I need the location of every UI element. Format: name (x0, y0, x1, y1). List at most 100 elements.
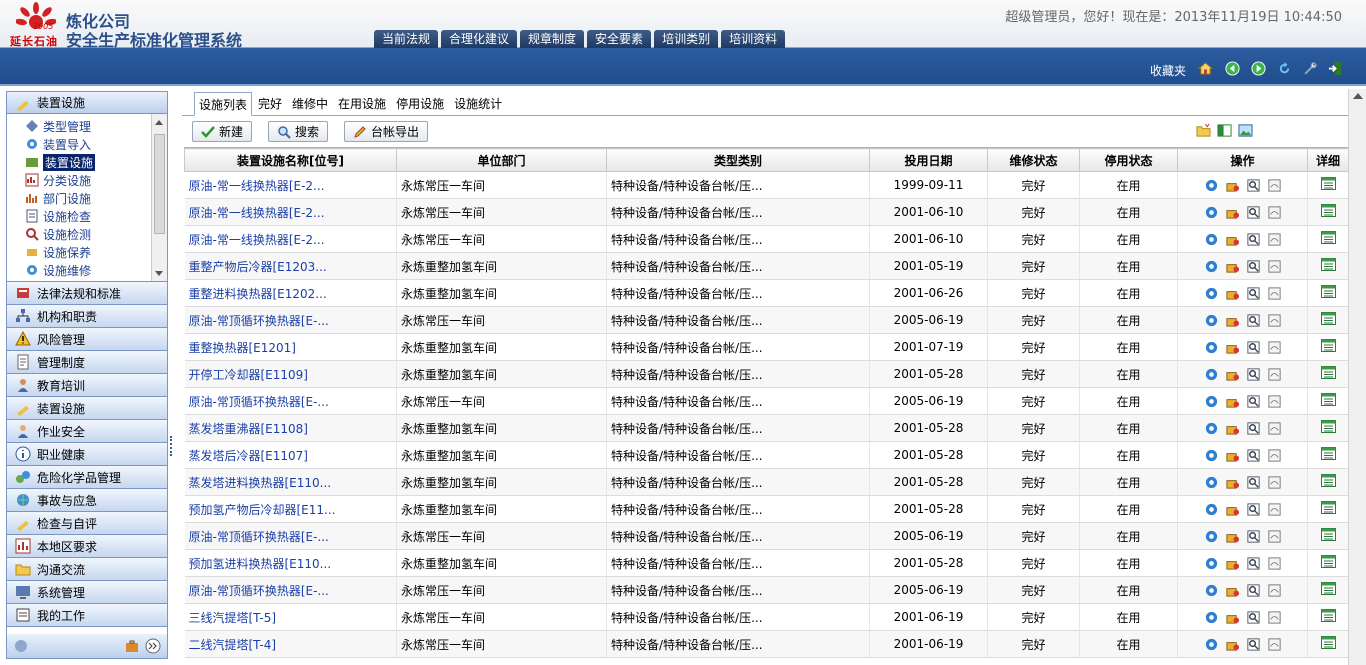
table-row[interactable]: 原油-常顶循环换热器[E-... 永炼常压一车间 特种设备/特种设备台帐/压..… (184, 522, 1348, 550)
repair-gear-icon[interactable] (1204, 421, 1219, 436)
sidebar-item-device-check[interactable]: 设施检查 (7, 207, 152, 225)
inspect-icon[interactable] (1246, 556, 1261, 571)
device-name-link[interactable]: 预加氢进料换热器[E110... (184, 549, 397, 577)
sidebar-menu-training[interactable]: 教育培训 (7, 374, 167, 397)
detect-icon[interactable] (1267, 448, 1282, 463)
device-name-link[interactable]: 开停工冷却器[E1109] (184, 360, 397, 388)
sidebar-item-device-repair[interactable]: 设施维修 (7, 261, 152, 279)
device-name-link[interactable]: 蒸发塔重沸器[E1108] (184, 414, 397, 442)
detail-list-icon[interactable] (1320, 312, 1336, 325)
sidebar-menu-inspection-self-eval[interactable]: 检查与自评 (7, 512, 167, 535)
detect-icon[interactable] (1267, 259, 1282, 274)
col-header-type[interactable]: 类型类别 (606, 148, 870, 172)
table-row[interactable]: 预加氢进料换热器[E110... 永炼重整加氢车间 特种设备/特种设备台帐/压.… (184, 549, 1348, 577)
device-name-link[interactable]: 重整换热器[E1201] (184, 333, 397, 361)
repair-gear-icon[interactable] (1204, 637, 1219, 652)
repair-gear-icon[interactable] (1204, 313, 1219, 328)
table-row[interactable]: 重整进料换热器[E1202... 永炼重整加氢车间 特种设备/特种设备台帐/压.… (184, 279, 1348, 307)
detail-list-icon[interactable] (1320, 204, 1336, 217)
col-header-date[interactable]: 投用日期 (869, 148, 988, 172)
inspect-icon[interactable] (1246, 232, 1261, 247)
device-name-link[interactable]: 蒸发塔进料换热器[E110... (184, 468, 397, 496)
nav-tab-training-materials[interactable]: 培训资料 (721, 30, 786, 48)
sidebar-scrollbar[interactable] (151, 114, 167, 281)
table-row[interactable]: 开停工冷却器[E1109] 永炼重整加氢车间 特种设备/特种设备台帐/压... … (184, 360, 1348, 388)
repair-gear-icon[interactable] (1204, 475, 1219, 490)
scroll-thumb[interactable] (154, 134, 165, 234)
detail-list-icon[interactable] (1320, 231, 1336, 244)
detect-icon[interactable] (1267, 610, 1282, 625)
search-button[interactable]: 搜索 (268, 121, 329, 142)
col-header-repair-status[interactable]: 维修状态 (987, 148, 1080, 172)
device-name-link[interactable]: 重整产物后冷器[E1203... (184, 252, 397, 280)
detail-list-icon[interactable] (1320, 285, 1336, 298)
sidebar-menu-risk[interactable]: 风险管理 (7, 328, 167, 351)
maintenance-box-icon[interactable] (1225, 394, 1240, 409)
maintenance-box-icon[interactable] (1225, 421, 1240, 436)
device-name-link[interactable]: 原油-常一线换热器[E-2... (184, 171, 397, 199)
table-row[interactable]: 重整换热器[E1201] 永炼重整加氢车间 特种设备/特种设备台帐/压... 2… (184, 333, 1348, 361)
home-icon[interactable] (1198, 61, 1213, 76)
inspect-icon[interactable] (1246, 259, 1261, 274)
image-view-icon[interactable] (1238, 123, 1253, 138)
scroll-down-arrow-icon[interactable] (155, 271, 163, 276)
sidebar-menu-hazardous-chemicals[interactable]: 危险化学品管理 (7, 466, 167, 489)
detail-list-icon[interactable] (1320, 366, 1336, 379)
tab-good[interactable]: 完好 (254, 92, 286, 116)
col-header-name[interactable]: 装置设施名称[位号] (184, 148, 397, 172)
inspect-icon[interactable] (1246, 286, 1261, 301)
col-header-department[interactable]: 单位部门 (396, 148, 607, 172)
sidebar-item-devices[interactable]: 装置设施 (7, 153, 152, 171)
detect-icon[interactable] (1267, 286, 1282, 301)
sidebar-item-device-maintenance[interactable]: 设施保养 (7, 243, 152, 261)
table-row[interactable]: 蒸发塔进料换热器[E110... 永炼重整加氢车间 特种设备/特种设备台帐/压.… (184, 468, 1348, 496)
detect-icon[interactable] (1267, 421, 1282, 436)
detail-list-icon[interactable] (1320, 609, 1336, 622)
logout-icon[interactable] (1328, 61, 1343, 76)
maintenance-box-icon[interactable] (1225, 502, 1240, 517)
open-folder-icon[interactable] (1196, 123, 1211, 138)
table-row[interactable]: 预加氢产物后冷却器[E11... 永炼重整加氢车间 特种设备/特种设备台帐/压.… (184, 495, 1348, 523)
maintenance-box-icon[interactable] (1225, 340, 1240, 355)
nav-tab-current-regulations[interactable]: 当前法规 (374, 30, 439, 48)
excel-export-icon[interactable] (1217, 123, 1232, 138)
tab-statistics[interactable]: 设施统计 (450, 92, 506, 116)
inspect-icon[interactable] (1246, 448, 1261, 463)
repair-gear-icon[interactable] (1204, 583, 1219, 598)
table-row[interactable]: 原油-常一线换热器[E-2... 永炼常压一车间 特种设备/特种设备台帐/压..… (184, 198, 1348, 226)
inspect-icon[interactable] (1246, 178, 1261, 193)
sidebar-menu-occupational-health[interactable]: 职业健康 (7, 443, 167, 466)
detail-list-icon[interactable] (1320, 447, 1336, 460)
sidebar-item-category-devices[interactable]: 分类设施 (7, 171, 152, 189)
detect-icon[interactable] (1267, 502, 1282, 517)
expand-chevron-icon[interactable] (145, 638, 161, 654)
inspect-icon[interactable] (1246, 502, 1261, 517)
repair-gear-icon[interactable] (1204, 259, 1219, 274)
scroll-up-arrow-icon[interactable] (1353, 93, 1363, 99)
nav-tab-training-categories[interactable]: 培训类别 (654, 30, 719, 48)
table-row[interactable]: 原油-常顶循环换热器[E-... 永炼常压一车间 特种设备/特种设备台帐/压..… (184, 387, 1348, 415)
repair-gear-icon[interactable] (1204, 232, 1219, 247)
detect-icon[interactable] (1267, 394, 1282, 409)
sidebar-item-department-devices[interactable]: 部门设施 (7, 189, 152, 207)
device-name-link[interactable]: 预加氢产物后冷却器[E11... (184, 495, 397, 523)
inspect-icon[interactable] (1246, 394, 1261, 409)
sidebar-menu-work-safety[interactable]: 作业安全 (7, 420, 167, 443)
tab-under-repair[interactable]: 维修中 (288, 92, 332, 116)
detail-list-icon[interactable] (1320, 258, 1336, 271)
detail-list-icon[interactable] (1320, 528, 1336, 541)
sidebar-item-device-import[interactable]: 装置导入 (7, 135, 152, 153)
scroll-up-arrow-icon[interactable] (155, 120, 163, 125)
detect-icon[interactable] (1267, 178, 1282, 193)
inspect-icon[interactable] (1246, 529, 1261, 544)
table-row[interactable]: 二线汽提塔[T-4] 永炼常压一车间 特种设备/特种设备台帐/压... 2001… (184, 630, 1348, 658)
sidebar-menu-local-requirements[interactable]: 本地区要求 (7, 535, 167, 558)
detail-list-icon[interactable] (1320, 501, 1336, 514)
favorites-label[interactable]: 收藏夹 (1150, 62, 1186, 79)
detail-list-icon[interactable] (1320, 420, 1336, 433)
maintenance-box-icon[interactable] (1225, 610, 1240, 625)
repair-gear-icon[interactable] (1204, 502, 1219, 517)
maintenance-box-icon[interactable] (1225, 178, 1240, 193)
maintenance-box-icon[interactable] (1225, 529, 1240, 544)
maintenance-box-icon[interactable] (1225, 367, 1240, 382)
